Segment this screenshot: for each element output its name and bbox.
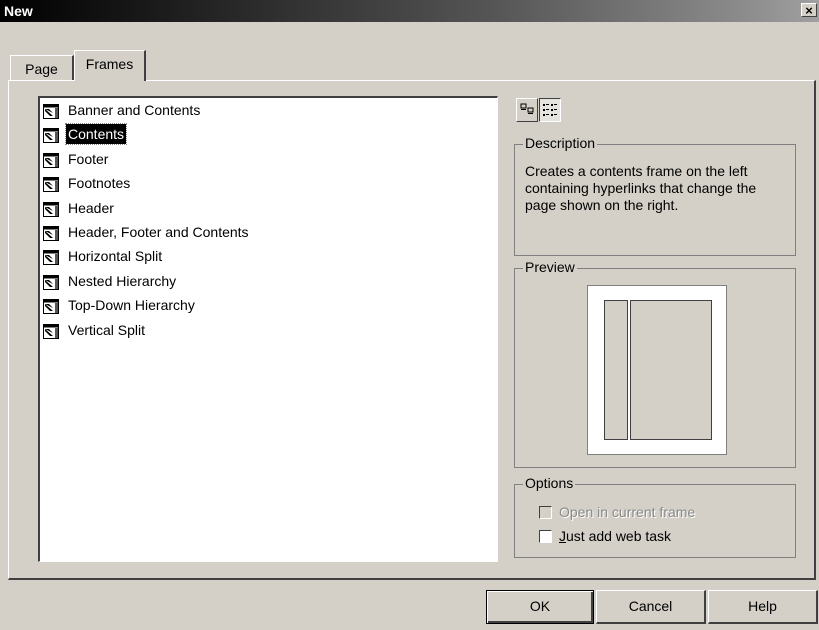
ok-button[interactable]: OK [486, 590, 594, 624]
large-icons-view-icon [520, 103, 534, 114]
frame-template-icon [42, 127, 60, 144]
preview-contents-frame [604, 300, 628, 440]
just-add-web-task-label[interactable]: Just add web task [559, 528, 671, 544]
description-group: Description Creates a contents frame on … [514, 135, 796, 256]
window-title: New [4, 3, 33, 19]
frame-template-icon [42, 152, 60, 169]
preview-main-frame [630, 300, 712, 440]
frame-template-icon [42, 201, 60, 218]
tab-frames-label: Frames [85, 56, 134, 72]
list-item-label: Horizontal Split [68, 248, 163, 265]
list-view-icon [543, 104, 557, 116]
help-button[interactable]: Help [708, 590, 818, 624]
close-button[interactable]: × [801, 3, 817, 17]
preview-page [587, 285, 727, 455]
list-item-label: Footer [68, 150, 109, 167]
open-in-current-frame-label: Open in current frame [559, 504, 696, 520]
title-bar: New × [0, 0, 819, 22]
description-legend: Description [523, 135, 598, 151]
frame-template-list[interactable]: Banner and Contents Contents Footer Footnot… [38, 96, 498, 562]
open-in-current-frame-checkbox [539, 506, 552, 519]
tab-page[interactable]: Page [10, 55, 74, 80]
large-icons-view-button[interactable] [516, 98, 538, 122]
cancel-button[interactable]: Cancel [596, 590, 706, 624]
list-item-label: Footnotes [68, 175, 131, 192]
frame-template-icon [42, 298, 60, 315]
options-group: Options Open in current frame Just add w… [514, 475, 796, 558]
frame-template-icon [42, 323, 60, 340]
frame-template-icon [42, 103, 60, 120]
preview-group: Preview [514, 259, 796, 468]
frame-template-icon [42, 225, 60, 242]
list-item-label: Header [68, 199, 114, 216]
options-legend: Options [523, 475, 576, 491]
preview-legend: Preview [523, 259, 577, 275]
list-item-label: Top-Down Hierarchy [68, 297, 195, 314]
frame-template-icon [42, 176, 60, 193]
list-view-button[interactable] [539, 98, 561, 122]
description-text: Creates a contents frame on the left con… [525, 163, 757, 213]
just-add-web-task-checkbox[interactable] [539, 530, 552, 543]
frame-template-icon [42, 249, 60, 266]
list-item-label: Vertical Split [68, 321, 146, 338]
list-item-label: Banner and Contents [68, 102, 201, 118]
frame-template-icon [42, 274, 60, 291]
tab-frames[interactable]: Frames [74, 50, 146, 81]
list-item-label: Header, Footer and Contents [68, 224, 249, 240]
tab-page-label: Page [25, 61, 58, 77]
list-item-label: Contents [64, 123, 128, 146]
list-item-label: Nested Hierarchy [68, 272, 177, 289]
